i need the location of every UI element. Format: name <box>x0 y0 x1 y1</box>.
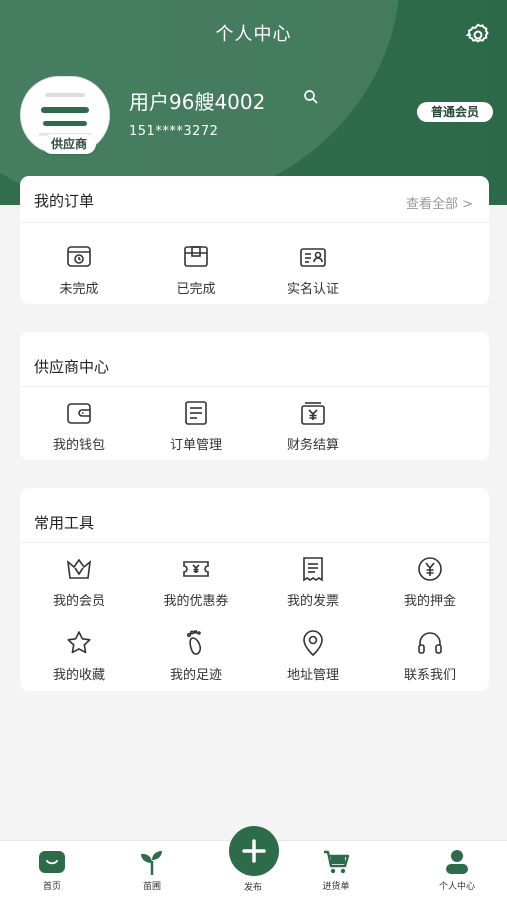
tools-title: 常用工具 <box>34 514 95 532</box>
tool-favorites[interactable]: 我的收藏 <box>24 628 134 683</box>
tab-purchase-list[interactable]: 进货单 <box>296 847 376 892</box>
member-level-badge[interactable]: 普通会员 <box>417 102 493 122</box>
deposit-icon <box>418 557 442 581</box>
footprint-icon <box>186 630 202 655</box>
tool-invoices[interactable]: 我的发票 <box>258 554 368 609</box>
view-all-link[interactable]: 查看全部 > <box>406 193 473 212</box>
headset-icon <box>418 632 442 654</box>
tool-deposit[interactable]: 我的押金 <box>375 554 485 609</box>
user-icon <box>446 850 468 874</box>
real-name-auth-item[interactable]: 实名认证 <box>258 242 368 297</box>
tool-coupons[interactable]: 我的优惠券 <box>141 554 251 609</box>
coupon-icon <box>183 561 209 577</box>
order-management-item[interactable]: 订单管理 <box>141 398 251 453</box>
wallet-item[interactable]: 我的钱包 <box>24 398 134 453</box>
phone-number: 151****3272 <box>129 124 219 139</box>
tool-footprints[interactable]: 我的足迹 <box>141 628 251 683</box>
order-pending-item[interactable]: 未完成 <box>24 242 134 297</box>
star-icon <box>67 631 91 654</box>
tool-address[interactable]: 地址管理 <box>258 628 368 683</box>
orders-title: 我的订单 <box>34 192 95 210</box>
tools-card: 常用工具 我的会员 我的优惠券 我的发票 我的押金 我的收藏 我的足迹 地址管理… <box>20 488 489 691</box>
tool-contact[interactable]: 联系我们 <box>375 628 485 683</box>
search-icon[interactable] <box>302 88 320 106</box>
publish-label: 发布 <box>243 883 262 893</box>
orders-card: 我的订单 查看全部 > 未完成 已完成 实名认证 <box>20 176 489 304</box>
tool-membership[interactable]: 我的会员 <box>24 554 134 609</box>
location-icon <box>303 630 323 657</box>
finance-icon <box>301 402 325 425</box>
order-completed-item[interactable]: 已完成 <box>141 242 251 297</box>
completed-order-icon <box>184 246 208 267</box>
avatar[interactable]: 供应商 <box>20 76 110 156</box>
supplier-center-title: 供应商中心 <box>34 358 110 376</box>
wallet-icon <box>67 403 91 424</box>
supplier-center-card: 供应商中心 我的钱包 订单管理 财务结算 <box>20 332 489 460</box>
page-title: 个人中心 <box>215 24 292 45</box>
username: 用户96艘4002 <box>129 90 266 114</box>
crown-icon <box>66 558 92 579</box>
order-management-icon <box>185 401 207 425</box>
publish-button[interactable] <box>229 826 279 876</box>
home-icon <box>39 851 65 873</box>
plus-icon <box>242 839 266 863</box>
finance-settlement-item[interactable]: 财务结算 <box>258 398 368 453</box>
tab-nursery[interactable]: 苗圃 <box>112 847 192 892</box>
invoice-icon <box>303 557 323 582</box>
role-badge: 供应商 <box>42 134 96 154</box>
cart-icon <box>324 850 350 874</box>
pending-order-icon <box>67 246 91 267</box>
id-card-icon <box>300 248 326 267</box>
tab-profile[interactable]: 个人中心 <box>417 847 497 892</box>
tab-home[interactable]: 首页 <box>12 847 92 892</box>
seedling-icon <box>141 851 162 875</box>
gear-icon[interactable] <box>465 22 491 48</box>
